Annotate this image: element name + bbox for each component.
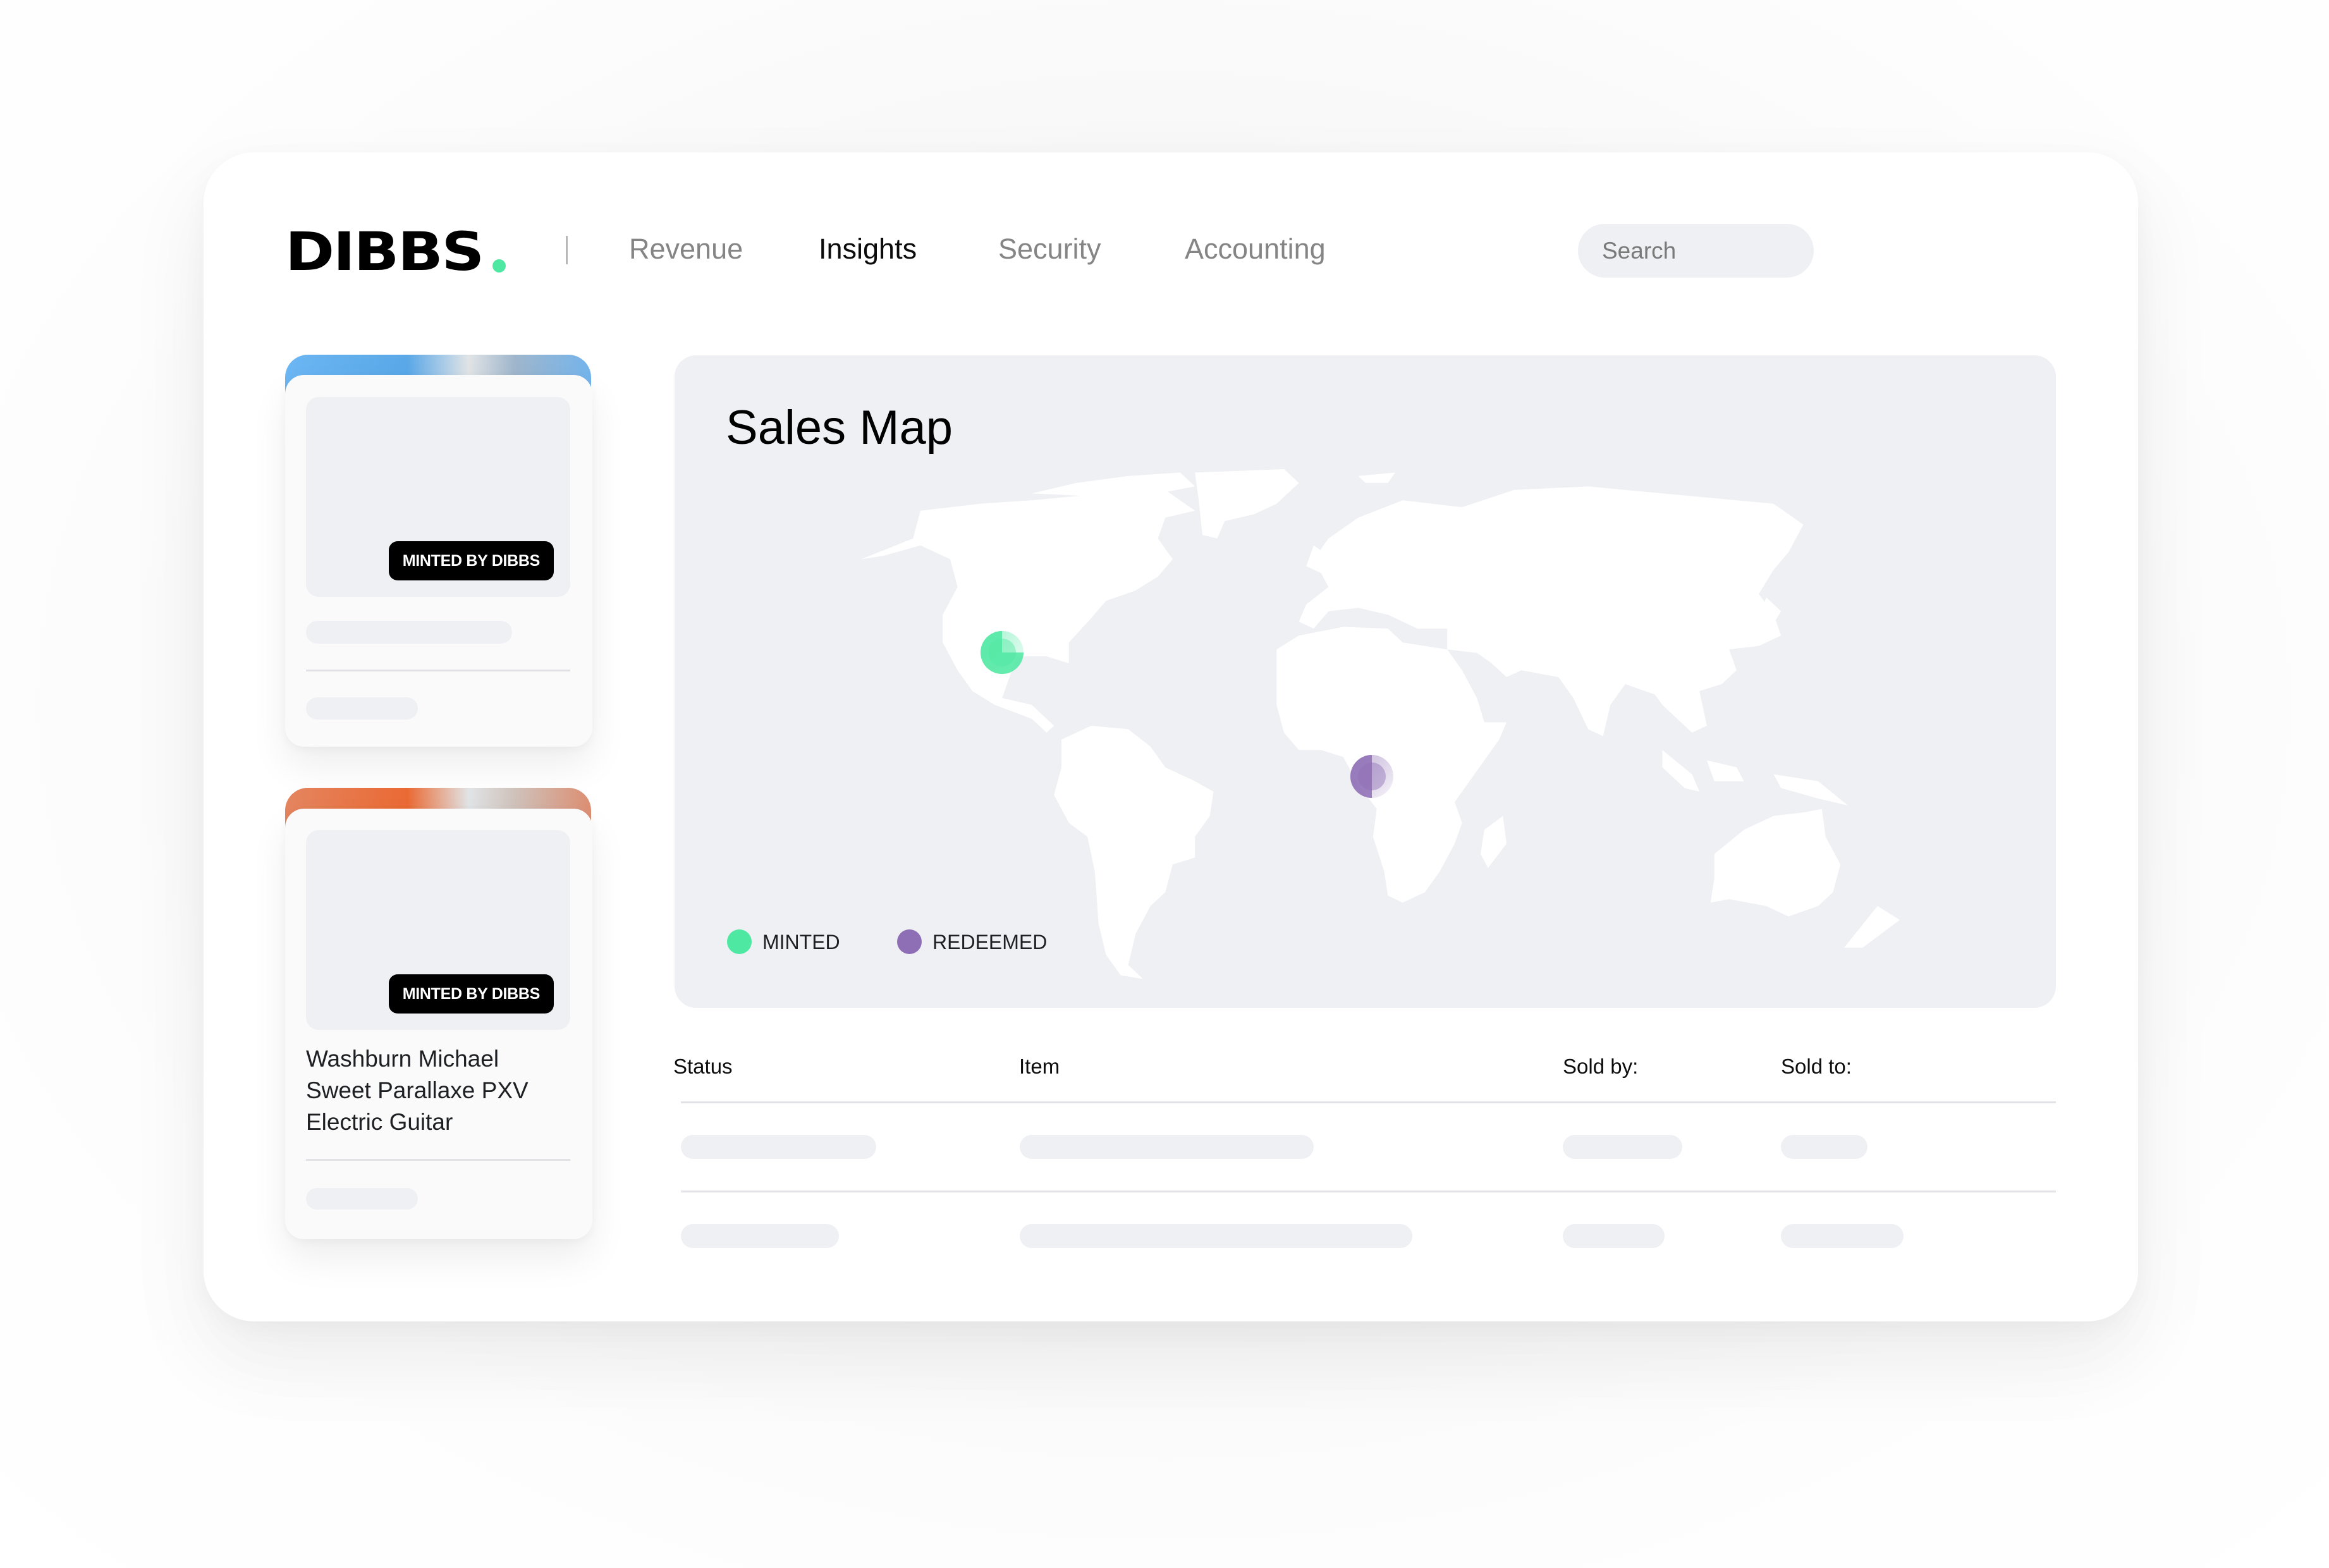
redeemed-map-marker[interactable] [1350,755,1393,798]
product-card[interactable]: MINTED BY DIBBS Washburn Michael Sweet P… [285,809,592,1239]
column-header-item[interactable]: Item [1019,1054,1060,1079]
product-image-placeholder: MINTED BY DIBBS [306,830,570,1030]
product-title[interactable]: Washburn Michael Sweet Parallaxe PXV Ele… [306,1043,572,1138]
sold-by-cell-skeleton [1563,1224,1665,1248]
product-title-line: Sweet Parallaxe PXV [306,1077,529,1103]
sold-to-cell-skeleton [1781,1224,1904,1248]
sold-by-cell-skeleton [1563,1135,1682,1159]
logo-wordmark: DIBBS [285,221,484,283]
redeemed-dot-icon [897,929,922,954]
logo-dot-icon [492,259,506,273]
dibbs-logo[interactable]: DIBBS [285,225,513,278]
meta-skeleton [306,1188,418,1210]
sales-map-title: Sales Map [726,401,953,455]
search-input[interactable] [1578,224,1814,278]
minted-badge: MINTED BY DIBBS [388,974,554,1014]
card-divider [306,1159,570,1161]
minted-map-marker[interactable] [981,631,1024,674]
status-cell-skeleton [681,1135,876,1159]
column-header-status[interactable]: Status [673,1054,733,1079]
product-title-line: Washburn Michael [306,1046,499,1072]
legend-label: MINTED [762,931,840,953]
nav-tab-revenue[interactable]: Revenue [629,233,743,266]
card-divider [306,670,570,671]
column-header-sold-by[interactable]: Sold by: [1563,1054,1638,1079]
title-skeleton [306,621,512,644]
column-header-sold-to[interactable]: Sold to: [1781,1054,1852,1079]
sold-to-cell-skeleton [1781,1135,1867,1159]
minted-dot-icon [727,929,752,954]
legend-label: REDEEMED [932,931,1048,953]
header-divider [566,236,568,264]
table-row-divider [681,1191,2056,1192]
product-image-placeholder: MINTED BY DIBBS [306,397,570,597]
nav-tab-accounting[interactable]: Accounting [1185,233,1326,266]
nav-tab-insights[interactable]: Insights [819,233,917,266]
status-cell-skeleton [681,1224,839,1248]
product-title-line: Electric Guitar [306,1109,453,1135]
product-card[interactable]: MINTED BY DIBBS [285,375,592,747]
minted-badge: MINTED BY DIBBS [388,541,554,580]
nav-tab-security[interactable]: Security [998,233,1101,266]
table-header-divider [681,1101,2056,1103]
item-cell-skeleton [1020,1135,1314,1159]
meta-skeleton [306,697,418,720]
item-cell-skeleton [1020,1224,1412,1248]
